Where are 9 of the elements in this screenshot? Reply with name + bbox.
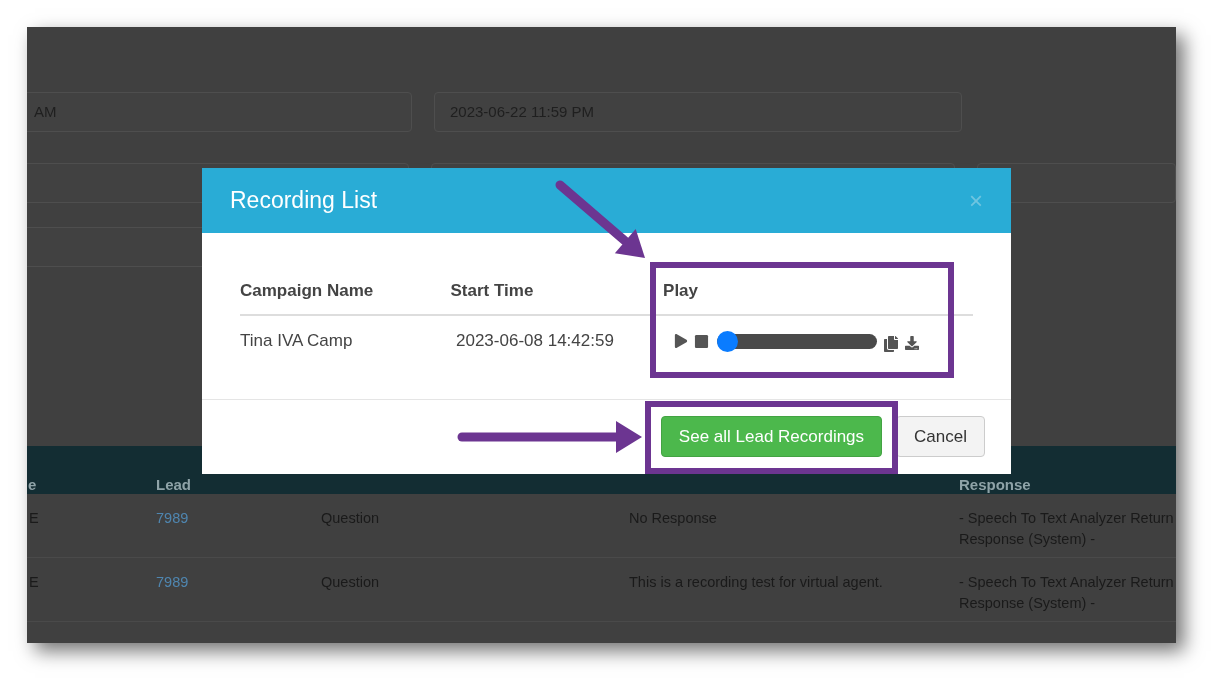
- table-cell: 2023-06-08 14:42:59: [456, 331, 614, 351]
- column-header: e: [28, 476, 37, 493]
- dialog-title: Recording List: [230, 186, 378, 216]
- column-header: Play: [663, 280, 699, 300]
- table-cell: Tina IVA Camp: [240, 331, 353, 351]
- column-header: Response: [959, 476, 1031, 493]
- column-header: Start Time: [450, 280, 534, 300]
- column-header: Lead: [156, 476, 191, 493]
- column-header: Campaign Name: [240, 280, 374, 300]
